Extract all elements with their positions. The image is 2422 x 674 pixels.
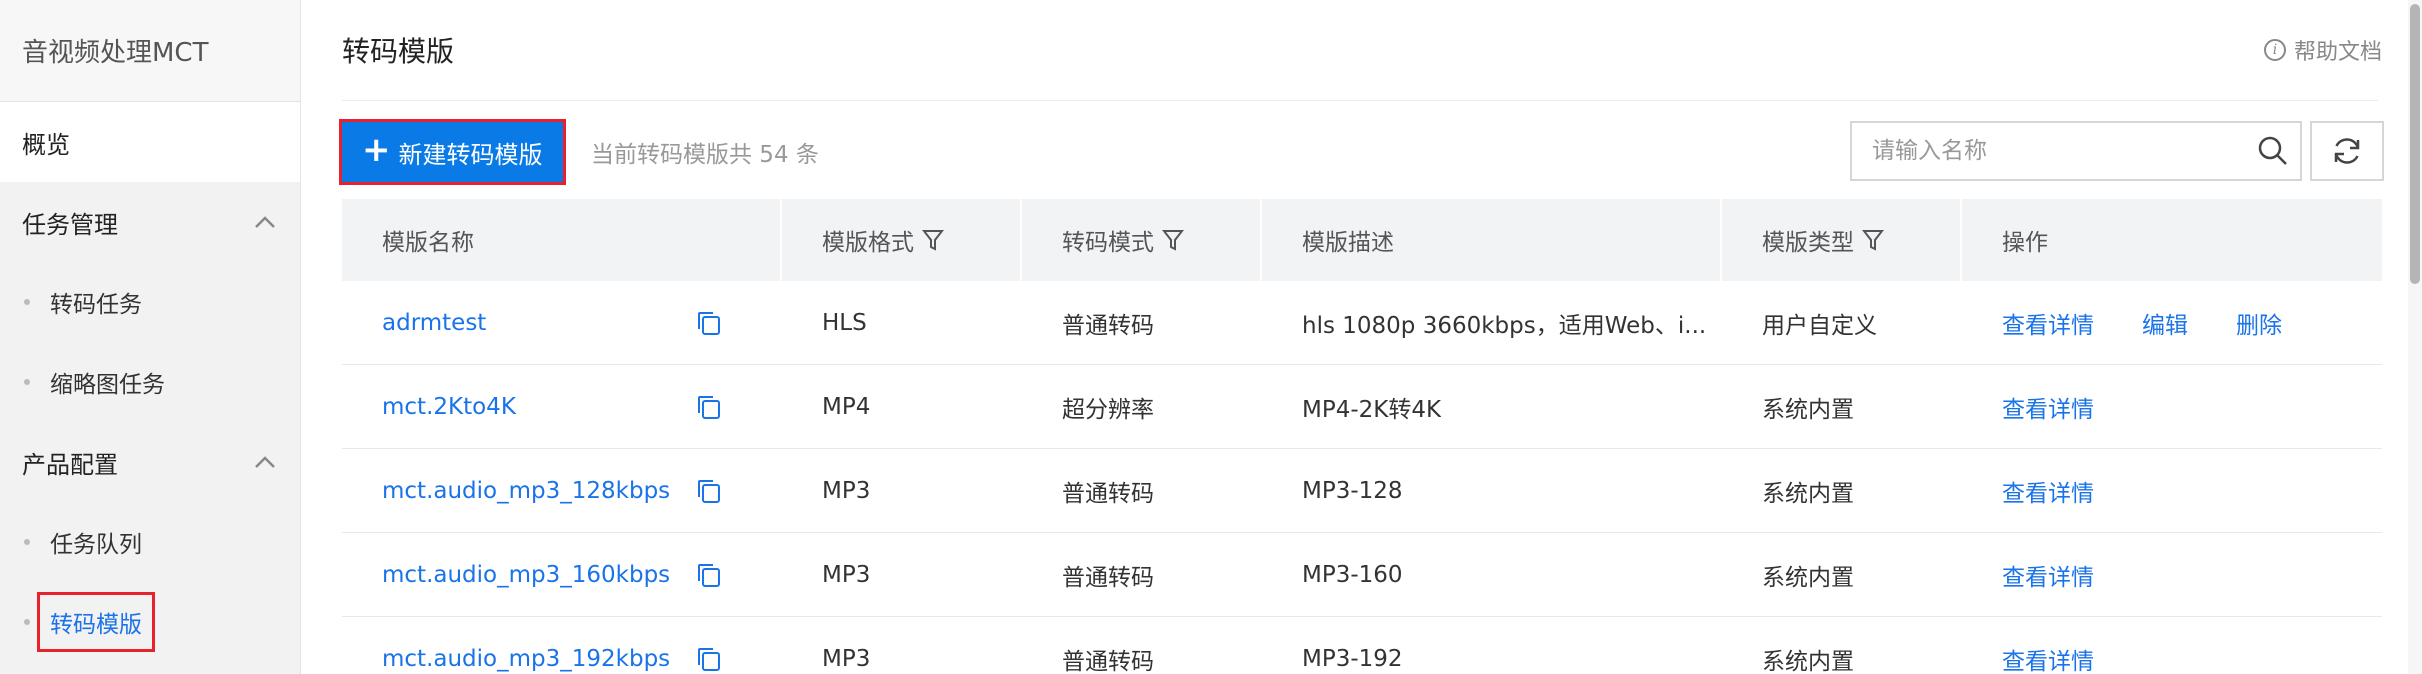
scrollbar-thumb[interactable]	[2410, 4, 2420, 284]
template-count: 当前转码模版共 54 条	[591, 142, 819, 168]
help-docs-label: 帮助文档	[2293, 40, 2382, 65]
filter-icon[interactable]	[1862, 228, 1884, 252]
bullet-dot	[24, 539, 30, 545]
table-row: mct.audio_mp3_160kbps MP3 普通转码 MP3-160 系…	[342, 533, 2382, 617]
vertical-scrollbar[interactable]	[2408, 0, 2422, 674]
toolbar: + 新建转码模版 当前转码模版共 54 条	[339, 119, 2384, 185]
chevron-up-icon[interactable]	[252, 449, 278, 475]
table-row: mct.2Kto4K MP4 超分辨率 MP4-2K转4K 系统内置 查看详情	[342, 365, 2382, 449]
view-details-link[interactable]: 查看详情	[2002, 474, 2094, 508]
view-details-link[interactable]: 查看详情	[2002, 642, 2094, 674]
template-format: MP3	[822, 478, 871, 504]
sidebar-group-product-config[interactable]: 产品配置	[0, 422, 300, 502]
view-details-link[interactable]: 查看详情	[2002, 390, 2094, 424]
column-header-name: 模版名称	[342, 199, 782, 281]
help-docs-link[interactable]: i 帮助文档	[2263, 34, 2382, 66]
template-description: MP3-160	[1302, 562, 1403, 588]
bullet-dot	[24, 379, 30, 385]
table-row: adrmtest HLS 普通转码 hls 1080p 3660kbps，适用W…	[342, 281, 2382, 365]
template-format: MP3	[822, 562, 871, 588]
delete-link[interactable]: 删除	[2236, 306, 2282, 340]
copy-icon[interactable]	[696, 394, 722, 420]
column-header-actions: 操作	[2002, 230, 2048, 256]
view-details-link[interactable]: 查看详情	[2002, 306, 2094, 340]
template-name-link[interactable]: mct.audio_mp3_160kbps	[382, 562, 670, 588]
sidebar-item-label: 转码模版	[37, 592, 155, 652]
sidebar-item-overview[interactable]: 概览	[0, 102, 300, 182]
app-title: 音视频处理MCT	[0, 0, 300, 102]
copy-icon[interactable]	[696, 310, 722, 336]
copy-icon[interactable]	[696, 562, 722, 588]
copy-icon[interactable]	[696, 478, 722, 504]
template-mode: 普通转码	[1062, 481, 1154, 507]
template-type: 用户自定义	[1762, 313, 1877, 339]
template-mode: 超分辨率	[1062, 397, 1154, 423]
template-description: MP3-128	[1302, 478, 1403, 504]
sidebar-item-task-queue[interactable]: 任务队列	[0, 502, 300, 582]
template-format: MP4	[822, 394, 871, 420]
table-row: mct.audio_mp3_128kbps MP3 普通转码 MP3-128 系…	[342, 449, 2382, 533]
bullet-dot	[24, 299, 30, 305]
sidebar-item-label: 任务队列	[50, 532, 142, 558]
chevron-up-icon[interactable]	[252, 209, 278, 235]
refresh-button[interactable]	[2310, 121, 2384, 181]
template-type: 系统内置	[1762, 565, 1854, 591]
view-details-link[interactable]: 查看详情	[2002, 558, 2094, 592]
template-mode: 普通转码	[1062, 649, 1154, 674]
filter-icon[interactable]	[922, 228, 944, 252]
table-row: mct.audio_mp3_192kbps MP3 普通转码 MP3-192 系…	[342, 617, 2382, 674]
sidebar-item-label: 缩略图任务	[50, 372, 165, 398]
column-header-mode: 转码模式	[1022, 199, 1262, 281]
template-type: 系统内置	[1762, 649, 1854, 674]
template-type: 系统内置	[1762, 481, 1854, 507]
template-type: 系统内置	[1762, 397, 1854, 423]
template-name-link[interactable]: mct.2Kto4K	[382, 394, 516, 420]
create-template-button[interactable]: + 新建转码模版	[339, 119, 566, 185]
info-icon: i	[2263, 39, 2286, 61]
sidebar-group-task-management[interactable]: 任务管理	[0, 182, 300, 262]
plus-icon: +	[362, 130, 391, 170]
sidebar-item-transcode-tasks[interactable]: 转码任务	[0, 262, 300, 342]
template-format: HLS	[822, 310, 867, 336]
table-header: 模版名称 模版格式 转码模式 模版描述 模版类型 操作	[342, 199, 2382, 281]
create-template-label: 新建转码模版	[398, 140, 543, 169]
main-content: 转码模版 i 帮助文档 + 新建转码模版 当前转码模版共 54 条 模版名称 模…	[302, 0, 2422, 674]
template-description: hls 1080p 3660kbps，适用Web、i...	[1302, 313, 1707, 339]
template-format: MP3	[822, 646, 871, 672]
column-header-format: 模版格式	[782, 199, 1022, 281]
column-header-type: 模版类型	[1722, 199, 1962, 281]
template-description: MP3-192	[1302, 646, 1403, 672]
search-input[interactable]	[1872, 138, 2246, 164]
sidebar-item-thumbnail-tasks[interactable]: 缩略图任务	[0, 342, 300, 422]
template-name-link[interactable]: mct.audio_mp3_128kbps	[382, 478, 670, 504]
sidebar-item-transcode-templates[interactable]: 转码模版	[0, 582, 300, 662]
edit-link[interactable]: 编辑	[2142, 306, 2188, 340]
sidebar-group-label: 任务管理	[22, 210, 118, 239]
search-box	[1850, 121, 2302, 181]
search-icon[interactable]	[2246, 123, 2300, 179]
filter-icon[interactable]	[1162, 228, 1184, 252]
page-title: 转码模版	[342, 35, 455, 68]
column-header-description: 模版描述	[1262, 199, 1722, 281]
bullet-dot	[24, 619, 30, 625]
template-description: MP4-2K转4K	[1302, 397, 1442, 423]
refresh-icon	[2334, 138, 2360, 164]
template-mode: 普通转码	[1062, 565, 1154, 591]
template-name-link[interactable]: adrmtest	[382, 310, 486, 336]
sidebar-item-label: 转码任务	[50, 292, 142, 318]
template-mode: 普通转码	[1062, 313, 1154, 339]
template-name-link[interactable]: mct.audio_mp3_192kbps	[382, 646, 670, 672]
sidebar-group-label: 产品配置	[22, 450, 118, 479]
divider	[342, 100, 2378, 101]
copy-icon[interactable]	[696, 646, 722, 672]
templates-table: 模版名称 模版格式 转码模式 模版描述 模版类型 操作 adrmtest HLS…	[342, 199, 2382, 674]
sidebar: 音视频处理MCT 概览 任务管理 转码任务 缩略图任务 产品配置 任务队列 转码…	[0, 0, 301, 674]
